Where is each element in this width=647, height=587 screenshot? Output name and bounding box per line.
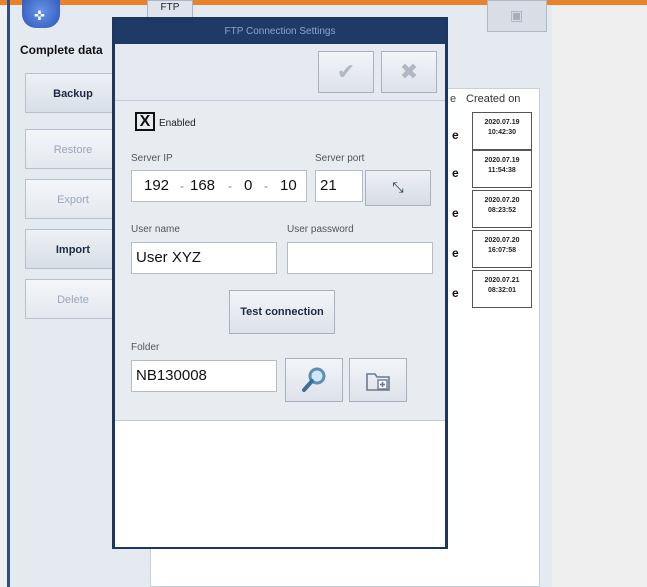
server-port-field[interactable]: 21	[315, 170, 363, 202]
dialog-body: X Enabled Server IP 192 - 168 - 0 - 10 S…	[115, 101, 445, 420]
table-row-mark: e	[452, 128, 459, 142]
time-text: 10:42:30	[487, 129, 517, 136]
add-folder-button[interactable]	[349, 358, 407, 402]
user-password-field[interactable]	[287, 242, 433, 274]
port-default-button[interactable]: ⤡	[365, 170, 431, 206]
table-row[interactable]: 2020.07.19 10:42:30	[472, 112, 532, 150]
enabled-label: Enabled	[159, 118, 196, 129]
confirm-button[interactable]: ✔	[318, 51, 374, 93]
time-text: 08:32:01	[487, 287, 517, 294]
export-button[interactable]: Export	[25, 179, 121, 219]
server-port-label: Server port	[315, 153, 365, 164]
ip-separator: -	[264, 179, 268, 193]
delete-button[interactable]: Delete	[25, 279, 121, 319]
folder-field[interactable]: NB130008	[131, 360, 277, 392]
close-x-icon: ✖	[399, 59, 419, 84]
complete-data-label: Complete data	[20, 43, 103, 57]
ip-octet-1: 192	[144, 177, 170, 194]
table-row[interactable]: 2020.07.21 08:32:01	[472, 270, 532, 308]
search-folder-button[interactable]	[285, 358, 343, 402]
ip-separator: -	[180, 179, 184, 193]
save-icon: ▣	[510, 7, 524, 23]
table-row-mark: e	[452, 206, 459, 220]
magnifier-icon	[302, 367, 326, 392]
dialog-title: FTP Connection Settings	[115, 20, 445, 44]
folder-add-icon	[366, 372, 390, 391]
table-row-mark: e	[452, 286, 459, 300]
time-text: 11:54:38	[488, 167, 516, 174]
ip-separator: -	[228, 179, 232, 193]
enabled-checkbox[interactable]: X	[135, 112, 155, 131]
date-text: 2020.07.21	[484, 277, 520, 284]
dialog-toolbar: ✔ ✖	[115, 44, 445, 101]
table-header-partial: e	[450, 93, 457, 105]
user-name-label: User name	[131, 224, 180, 235]
table-row[interactable]: 2020.07.19 11:54:38	[472, 150, 532, 188]
table-row-mark: e	[452, 246, 459, 260]
windows-start-button[interactable]: ✜	[22, 0, 60, 28]
ip-octet-4: 10	[280, 177, 297, 194]
arrows-diagonal-icon: ⤡	[392, 179, 404, 195]
date-text: 2020.07.20	[484, 197, 520, 204]
checkmark-icon: ✔	[336, 59, 356, 84]
cancel-button[interactable]: ✖	[381, 51, 437, 93]
server-ip-field[interactable]: 192 - 168 - 0 - 10	[131, 170, 307, 202]
top-right-button[interactable]: ▣	[487, 0, 547, 32]
table-row[interactable]: 2020.07.20 08:23:52	[472, 190, 532, 228]
dialog-footer	[115, 420, 445, 547]
ftp-settings-dialog: FTP Connection Settings ✔ ✖ X Enabled Se…	[112, 17, 448, 549]
table-row[interactable]: 2020.07.20 16:07:58	[472, 230, 532, 268]
folder-label: Folder	[131, 342, 160, 353]
right-empty-area	[552, 5, 647, 587]
time-text: 16:07:58	[487, 247, 517, 254]
user-password-label: User password	[287, 224, 354, 235]
ip-octet-3: 0	[244, 177, 253, 194]
time-text: 08:23:52	[487, 207, 517, 214]
date-text: 2020.07.19	[484, 119, 520, 126]
table-row-mark: e	[452, 166, 459, 180]
backup-button[interactable]: Backup	[25, 73, 121, 113]
import-button[interactable]: Import	[25, 229, 121, 269]
date-text: 2020.07.19	[484, 157, 520, 164]
user-name-field[interactable]: User XYZ	[131, 242, 277, 274]
server-ip-label: Server IP	[131, 153, 173, 164]
ip-octet-2: 168	[190, 177, 216, 194]
date-text: 2020.07.20	[484, 237, 520, 244]
test-connection-button[interactable]: Test connection	[229, 290, 335, 334]
restore-button[interactable]: Restore	[25, 129, 121, 169]
table-header-created-on: Created on	[466, 93, 521, 105]
windows-logo-icon: ✜	[34, 8, 45, 23]
